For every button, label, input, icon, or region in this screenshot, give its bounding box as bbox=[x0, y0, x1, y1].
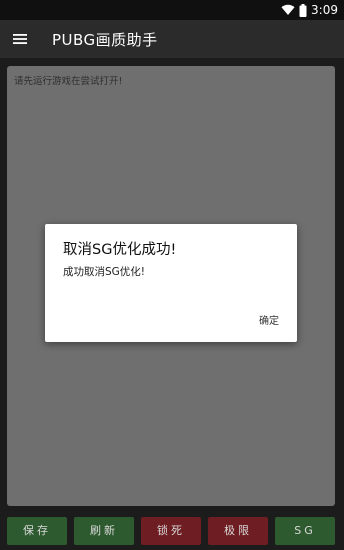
dialog-ok-button[interactable]: 确定 bbox=[255, 310, 283, 329]
dialog-message: 成功取消SG优化! bbox=[63, 266, 146, 278]
dialog-title: 取消SG优化成功! bbox=[63, 242, 177, 258]
alert-dialog: 取消SG优化成功! 成功取消SG优化! 确定 bbox=[45, 224, 297, 342]
app-screen: 3:09 PUBG画质助手 请先运行游戏在尝试打开! 保存 刷新 锁死 极限 S… bbox=[0, 0, 344, 550]
